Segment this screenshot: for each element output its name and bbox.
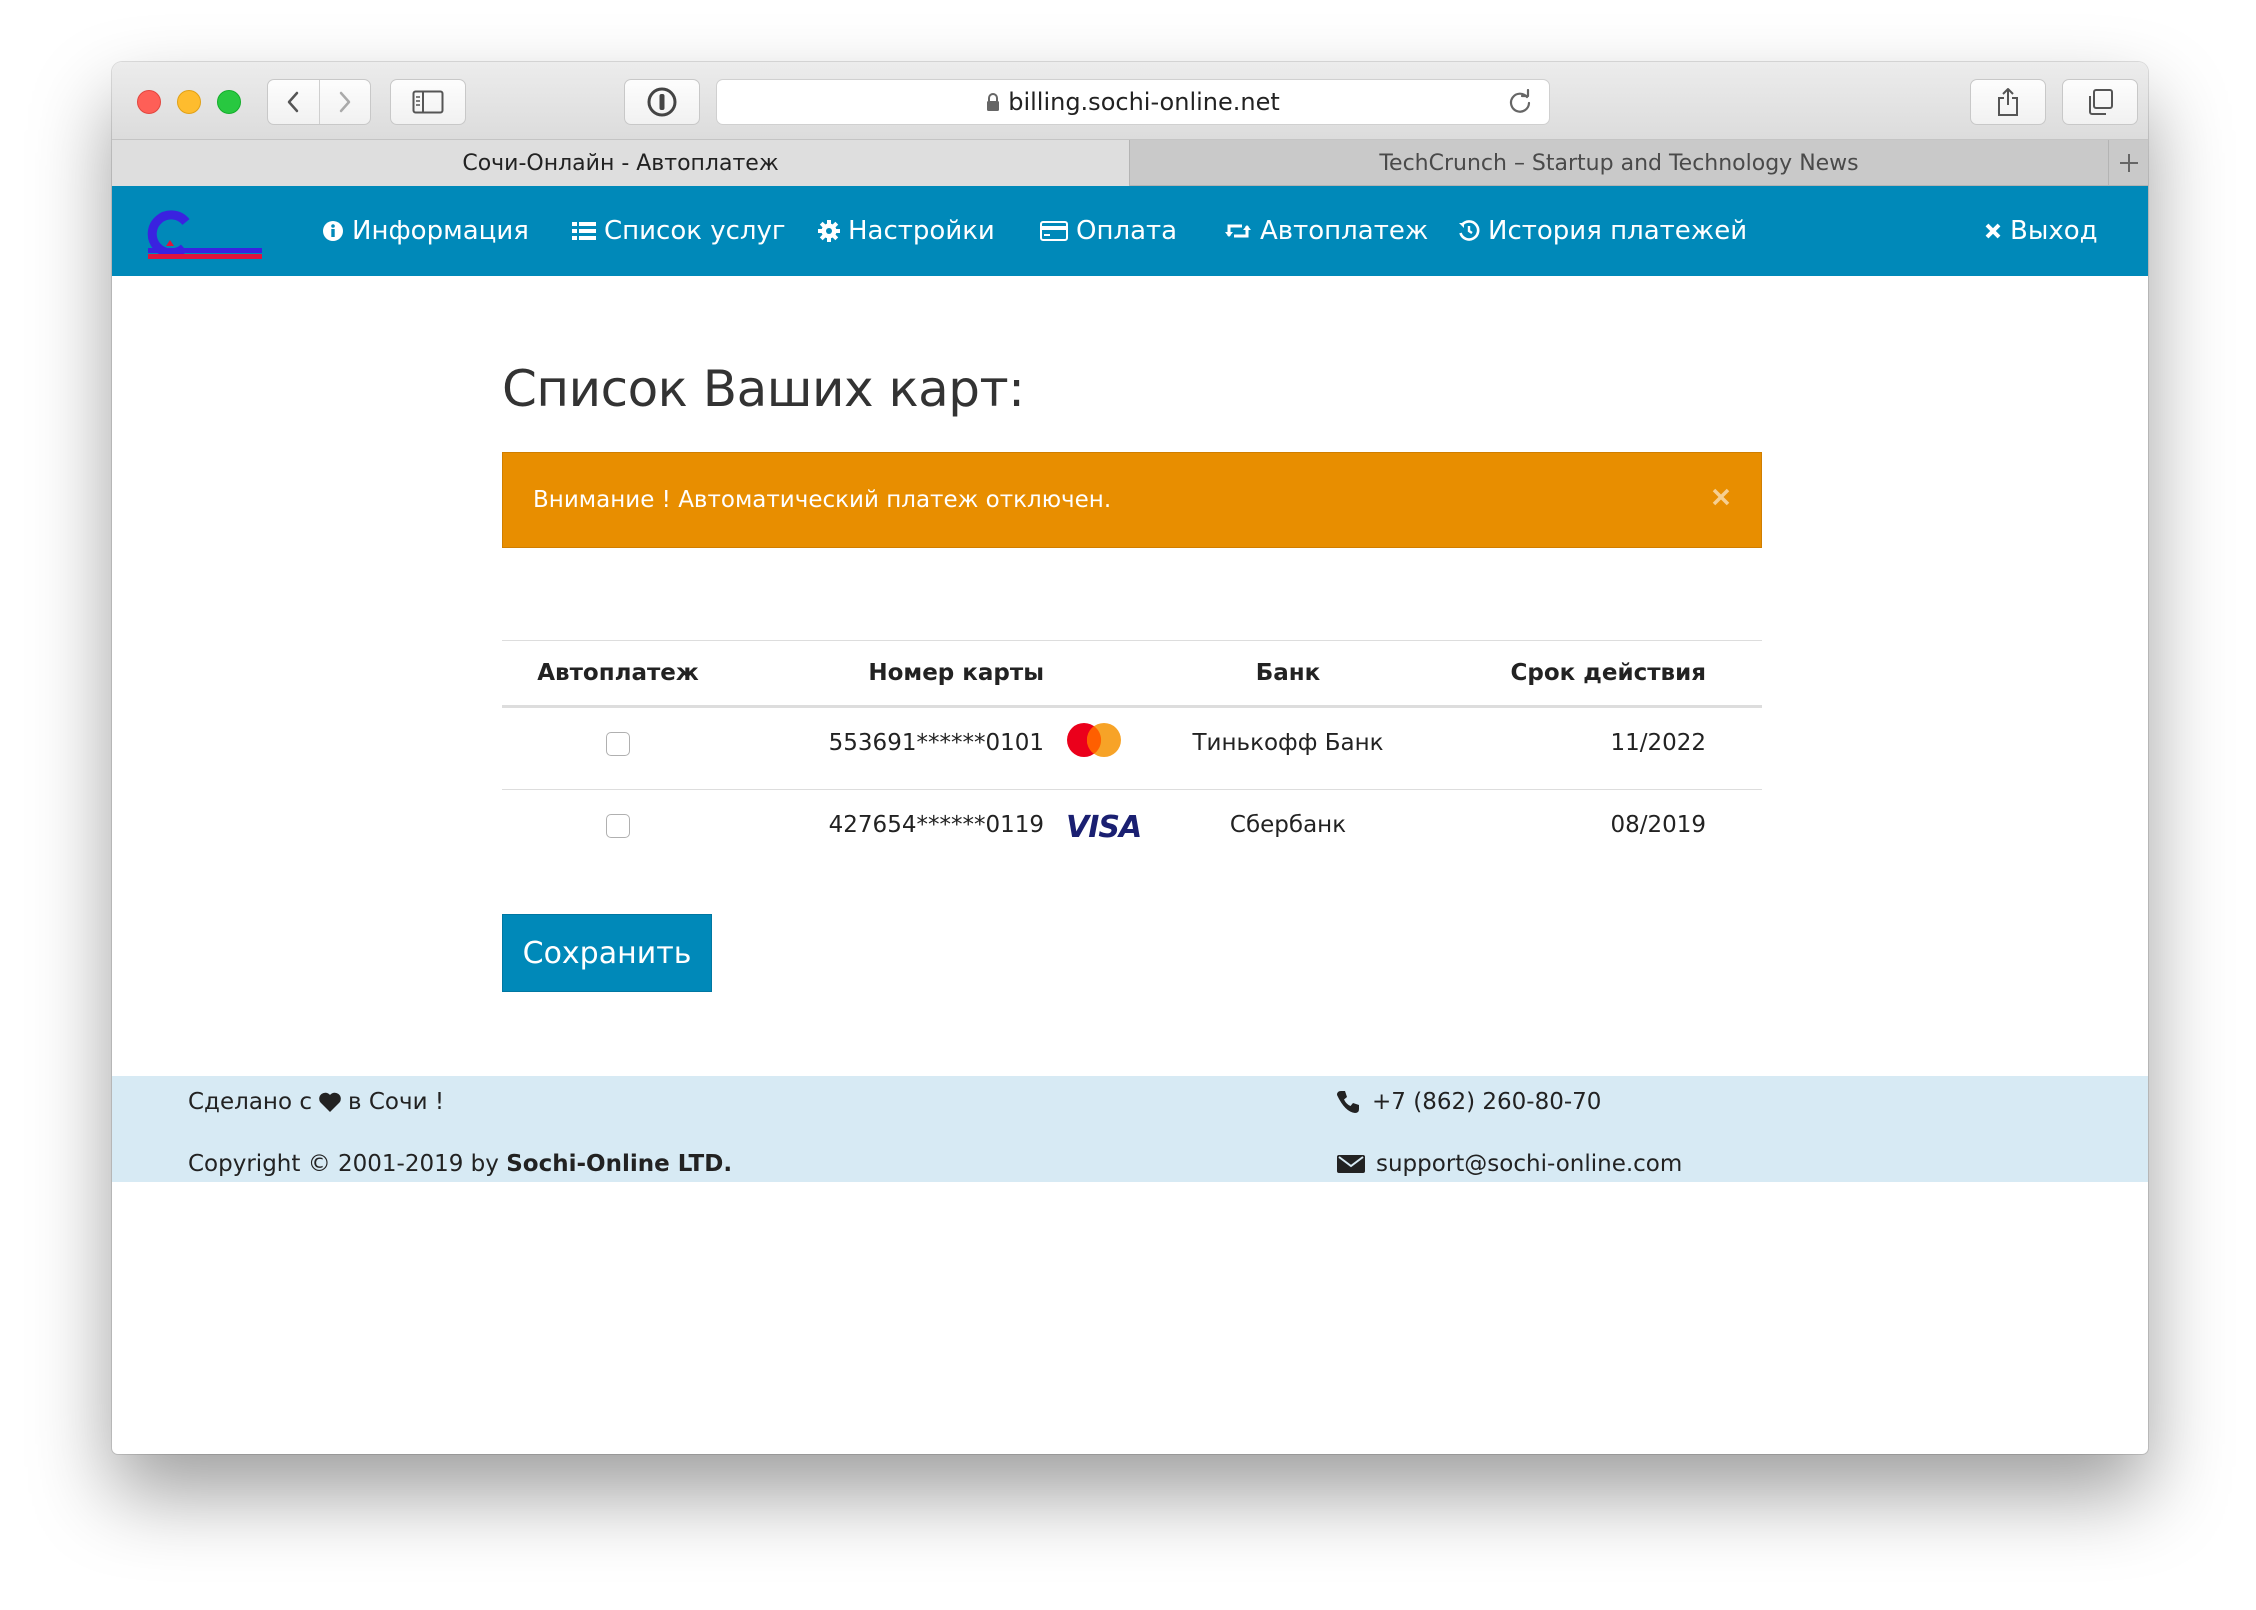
phone-number: +7 (862) 260-80-70 [1372, 1089, 1602, 1115]
address-bar[interactable]: billing.sochi-online.net [716, 79, 1550, 125]
forward-button[interactable] [318, 80, 370, 124]
alert-close-icon[interactable] [1711, 487, 1731, 507]
card-number: 553691******0101 [734, 706, 1044, 790]
table-row: 553691******0101 Тинькофф Банк 11/2022 [502, 706, 1762, 790]
list-icon [572, 222, 596, 240]
footer-phone[interactable]: +7 (862) 260-80-70 [1330, 1084, 1601, 1120]
address-url: billing.sochi-online.net [1008, 88, 1280, 116]
nav-settings[interactable]: Настройки [818, 186, 995, 276]
header-card-number: Номер карты [734, 640, 1044, 708]
heart-icon [319, 1092, 341, 1112]
nav-info[interactable]: Информация [322, 186, 529, 276]
browser-toolbar: billing.sochi-online.net [112, 62, 2148, 140]
card-expiry: 08/2019 [1610, 812, 1706, 838]
header-expiry: Срок действия [1418, 640, 1762, 708]
email-address: support@sochi-online.com [1376, 1151, 1683, 1177]
phone-icon [1337, 1091, 1359, 1113]
copyright-company: Sochi-Online LTD. [506, 1151, 733, 1177]
copyright: Copyright © 2001-2019 by Sochi-Online LT… [188, 1146, 732, 1182]
tab-sochi-autopay[interactable]: Сочи-Онлайн - Автоплатеж [112, 140, 1130, 186]
nav-payment-label: Оплата [1076, 216, 1178, 246]
share-button[interactable] [1970, 79, 2046, 125]
tabs-overview-icon [2089, 89, 2113, 115]
nav-history-label: История платежей [1488, 216, 1748, 246]
tab-strip: Сочи-Онлайн - Автоплатеж TechCrunch – St… [112, 140, 2148, 186]
mastercard-icon [1067, 723, 1121, 757]
back-button[interactable] [268, 80, 319, 124]
sochi-online-logo[interactable] [140, 208, 264, 262]
made-suffix: в Сочи ! [347, 1089, 445, 1115]
close-icon [1985, 223, 2001, 239]
tab-title: TechCrunch – Startup and Technology News [1379, 150, 1859, 176]
visa-icon: VISA [1066, 810, 1142, 845]
tab-techcrunch[interactable]: TechCrunch – Startup and Technology News [1130, 140, 2108, 186]
chevron-right-icon [339, 91, 351, 113]
bank-name: Тинькофф Банк [1158, 706, 1418, 790]
card-expiry: 11/2022 [1418, 706, 1762, 790]
card-logo-cell [1044, 706, 1158, 790]
header-autopay: Автоплатеж [502, 640, 734, 708]
privacy-shield-icon [647, 87, 677, 117]
sidebar-icon [412, 90, 444, 114]
plus-icon [2119, 154, 2138, 172]
made-with-love: Сделано с в Сочи ! [188, 1084, 444, 1120]
autopay-cell [502, 706, 734, 790]
privacy-report-button[interactable] [624, 79, 700, 125]
browser-window: billing.sochi-online.net Сочи-Онлайн - А… [112, 62, 2148, 1454]
sidebar-toggle-button[interactable] [390, 79, 466, 125]
nav-logout[interactable]: Выход [1984, 186, 2098, 276]
nav-autopay[interactable]: Автоплатеж [1224, 186, 1428, 276]
nav-info-label: Информация [352, 216, 529, 246]
nav-services[interactable]: Список услуг [572, 186, 786, 276]
retweet-icon [1225, 224, 1251, 238]
card-logo-cell: VISA [1044, 790, 1158, 873]
tab-title: Сочи-Онлайн - Автоплатеж [462, 150, 779, 176]
new-tab-button[interactable] [2108, 140, 2148, 186]
envelope-icon [1337, 1155, 1365, 1173]
nav-autopay-label: Автоплатеж [1260, 216, 1429, 246]
autopay-checkbox[interactable] [606, 732, 630, 756]
nav-settings-label: Настройки [848, 216, 995, 246]
lock-icon [987, 93, 1000, 111]
cards-table: Автоплатеж Номер карты Банк Срок действи… [502, 640, 1762, 873]
chevron-left-icon [288, 91, 299, 113]
show-tabs-button[interactable] [2062, 79, 2138, 125]
autopay-disabled-alert: Внимание ! Автоматический платеж отключе… [502, 452, 1762, 548]
page-footer: Сделано с в Сочи ! Copyright © 2001-2019… [112, 1076, 2148, 1182]
header-card-logo [1044, 640, 1158, 708]
history-nav-group [267, 79, 371, 125]
zoom-window-button[interactable] [217, 90, 241, 114]
share-icon [1998, 88, 2018, 116]
gear-icon [818, 220, 840, 242]
nav-services-label: Список услуг [604, 216, 786, 246]
info-circle-icon [323, 221, 343, 241]
autopay-checkbox[interactable] [606, 814, 630, 838]
nav-history[interactable]: История платежей [1458, 186, 1747, 276]
minimize-window-button[interactable] [177, 90, 201, 114]
copyright-prefix: Copyright © 2001-2019 by [188, 1151, 507, 1177]
save-button[interactable]: Сохранить [502, 914, 712, 992]
table-row: 427654******0119 VISA Сбербанк 08/2019 [502, 790, 1762, 873]
nav-logout-label: Выход [2010, 216, 2098, 246]
page-title: Список Ваших карт: [502, 360, 1025, 418]
nav-payment[interactable]: Оплата [1040, 186, 1177, 276]
footer-email[interactable]: support@sochi-online.com [1330, 1146, 1682, 1182]
close-window-button[interactable] [137, 90, 161, 114]
autopay-cell [502, 790, 734, 873]
made-prefix: Сделано с [188, 1089, 312, 1115]
card-number: 427654******0119 [828, 812, 1044, 838]
alert-message: Внимание ! Автоматический платеж отключе… [533, 487, 1112, 513]
reload-icon[interactable] [1507, 89, 1533, 115]
header-bank: Банк [1158, 640, 1418, 708]
table-header-row: Автоплатеж Номер карты Банк Срок действи… [502, 640, 1762, 708]
site-navbar: Информация Список услуг Настройки Оплата… [112, 186, 2148, 276]
history-icon [1459, 220, 1480, 241]
bank-name: Сбербанк [1229, 812, 1347, 838]
credit-card-icon [1040, 221, 1068, 241]
